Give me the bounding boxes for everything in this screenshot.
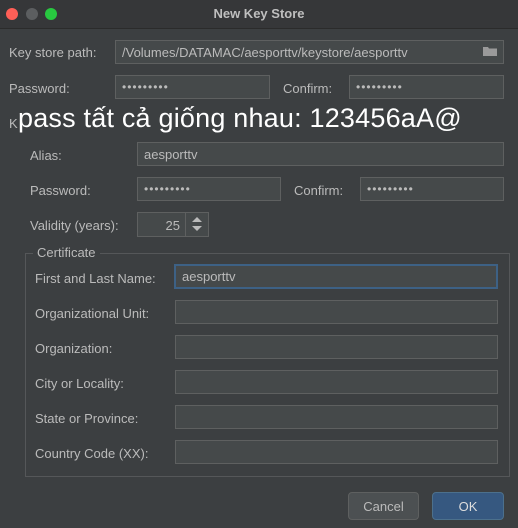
state-label: State or Province: [35, 411, 139, 426]
validity-label: Validity (years): [30, 218, 119, 233]
city-field[interactable] [175, 370, 498, 394]
state-field[interactable] [175, 405, 498, 429]
organization-field[interactable] [175, 335, 498, 359]
validity-value: 25 [165, 218, 180, 233]
cancel-button[interactable]: Cancel [348, 492, 419, 520]
decrement-icon[interactable] [192, 226, 202, 231]
key-password-label: Password: [30, 183, 91, 198]
organization-label: Organization: [35, 341, 113, 356]
first-last-name-field[interactable]: aesporttv [174, 264, 498, 289]
key-confirm-field[interactable]: ••••••••• [360, 177, 504, 201]
increment-icon[interactable] [192, 217, 202, 222]
country-code-field[interactable] [175, 440, 498, 464]
keystore-confirm-field[interactable]: ••••••••• [349, 75, 504, 99]
key-password-field[interactable]: ••••••••• [137, 177, 281, 201]
keystore-path-field[interactable]: /Volumes/DATAMAC/aesporttv/keystore/aesp… [115, 40, 504, 64]
alias-field[interactable]: aesporttv [137, 142, 504, 166]
key-section-label: K [9, 116, 18, 131]
certificate-legend: Certificate [33, 245, 100, 260]
keystore-password-field[interactable]: ••••••••• [115, 75, 270, 99]
window-title: New Key Store [213, 6, 305, 21]
keystore-path-value: /Volumes/DATAMAC/aesporttv/keystore/aesp… [122, 44, 408, 60]
ok-button[interactable]: OK [432, 492, 504, 520]
spinner-buttons[interactable] [185, 213, 208, 236]
country-code-label: Country Code (XX): [35, 446, 149, 461]
city-label: City or Locality: [35, 376, 124, 391]
annotation-overlay-text: pass tất cả giống nhau: 123456aA@ [18, 103, 462, 133]
keystore-password-label: Password: [9, 81, 70, 96]
organizational-unit-label: Organizational Unit: [35, 306, 150, 321]
folder-icon[interactable] [483, 46, 497, 56]
first-last-name-label: First and Last Name: [35, 271, 156, 286]
validity-spinner[interactable]: 25 [137, 212, 209, 237]
key-confirm-label: Confirm: [294, 183, 344, 198]
keystore-path-label: Key store path: [9, 45, 97, 60]
alias-label: Alias: [30, 148, 62, 163]
title-bar: New Key Store [0, 0, 518, 29]
organizational-unit-field[interactable] [175, 300, 498, 324]
keystore-confirm-label: Confirm: [283, 81, 333, 96]
